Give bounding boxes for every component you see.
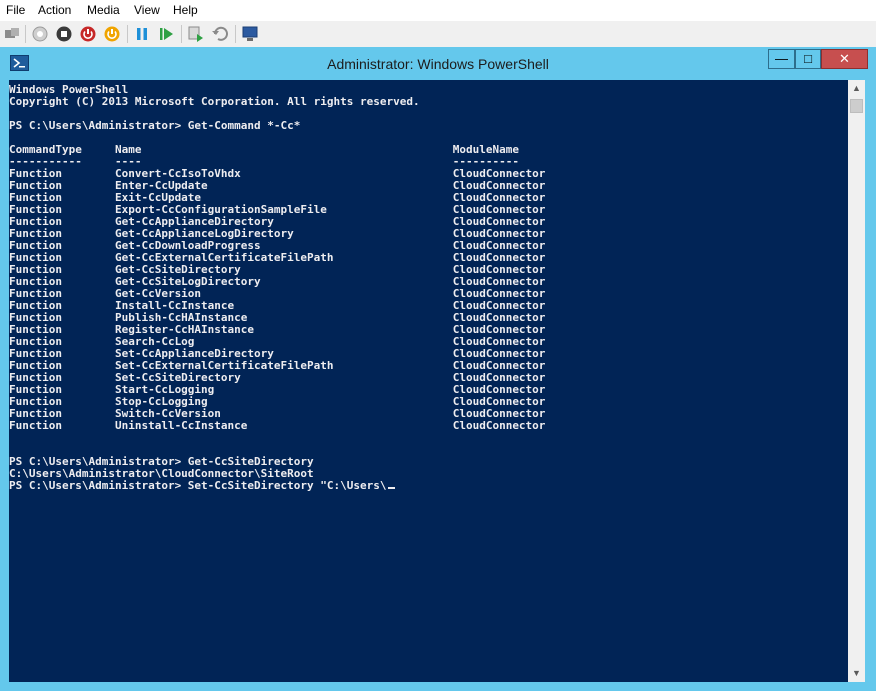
- menu-bar: File Action Media View Help: [0, 0, 876, 21]
- save-icon[interactable]: [103, 25, 121, 43]
- menu-help[interactable]: Help: [173, 3, 198, 18]
- start-icon[interactable]: [31, 25, 49, 43]
- resume-icon[interactable]: [157, 25, 175, 43]
- menu-file[interactable]: File: [6, 3, 25, 18]
- toolbar-separator: [127, 25, 128, 43]
- console-line: PS C:\Users\Administrator> Get-Command *…: [9, 119, 301, 132]
- toolbar: [0, 21, 876, 48]
- console-line: Copyright (C) 2013 Microsoft Corporation…: [9, 95, 420, 108]
- console-input-text: PS C:\Users\Administrator> Set-CcSiteDir…: [9, 479, 387, 492]
- console-text: Windows PowerShell Copyright (C) 2013 Mic…: [9, 80, 848, 492]
- console-input-line[interactable]: PS C:\Users\Administrator> Set-CcSiteDir…: [9, 480, 848, 492]
- menu-view[interactable]: View: [134, 3, 160, 18]
- window-title: Administrator: Windows PowerShell: [327, 56, 549, 72]
- powershell-window: Administrator: Windows PowerShell — □ ✕ …: [0, 47, 876, 691]
- enhanced-session-icon[interactable]: [241, 25, 259, 43]
- ctrl-alt-del-icon[interactable]: [3, 25, 21, 43]
- maximize-button[interactable]: □: [795, 49, 821, 69]
- title-bar[interactable]: Administrator: Windows PowerShell — □ ✕: [0, 47, 876, 80]
- revert-icon[interactable]: [211, 25, 229, 43]
- minimize-button[interactable]: —: [768, 49, 795, 69]
- shut-down-icon[interactable]: [79, 25, 97, 43]
- toolbar-separator: [235, 25, 236, 43]
- scroll-thumb[interactable]: [850, 99, 863, 113]
- toolbar-separator: [181, 25, 182, 43]
- menu-media[interactable]: Media: [87, 3, 120, 18]
- checkpoint-icon[interactable]: [187, 25, 205, 43]
- console-output[interactable]: Windows PowerShell Copyright (C) 2013 Mic…: [9, 80, 848, 682]
- menu-action[interactable]: Action: [38, 3, 71, 18]
- pause-icon[interactable]: [133, 25, 151, 43]
- vertical-scrollbar[interactable]: ▲ ▼: [848, 80, 865, 682]
- scroll-down-icon[interactable]: ▼: [848, 665, 865, 682]
- turn-off-icon[interactable]: [55, 25, 73, 43]
- scroll-up-icon[interactable]: ▲: [848, 80, 865, 97]
- close-button[interactable]: ✕: [821, 49, 868, 69]
- toolbar-separator: [25, 25, 26, 43]
- console-line: Function Uninstall-CcInstance CloudConne…: [9, 419, 546, 432]
- text-cursor: [387, 487, 395, 489]
